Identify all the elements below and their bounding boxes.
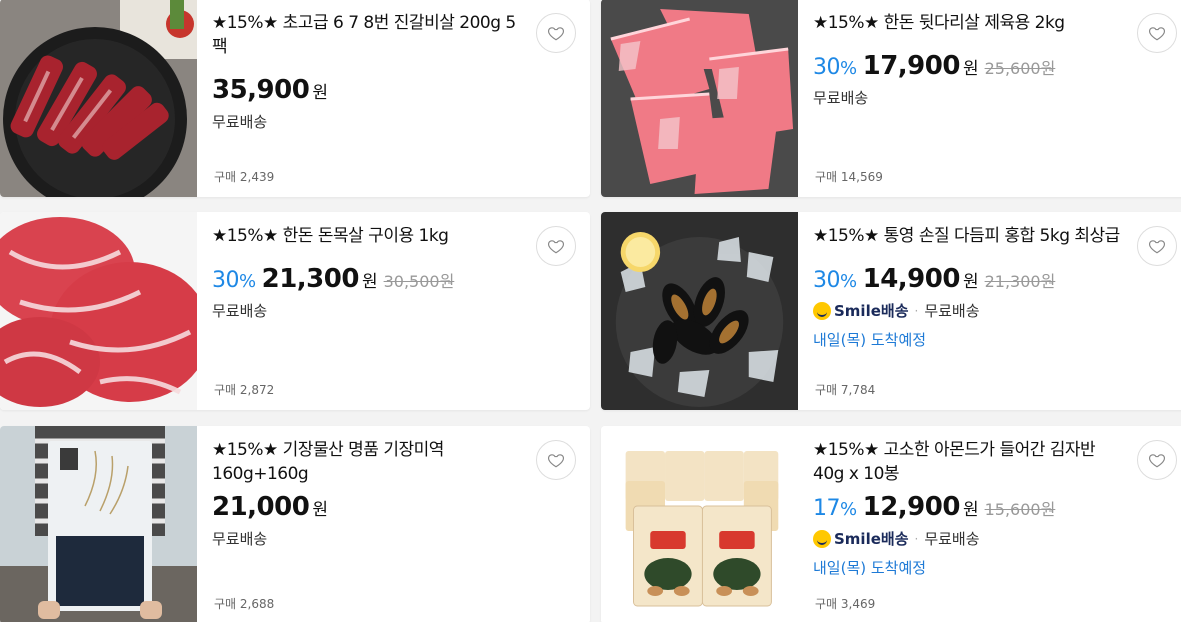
heart-outline-icon [547, 454, 565, 468]
product-title[interactable]: ★15%★ 한돈 돈목살 구이용 1kg [212, 224, 530, 248]
shipping-info: 무료배송 [813, 87, 1131, 108]
product-price: 21,000 [212, 492, 310, 522]
currency-label: 원 [962, 59, 979, 79]
product-info: ★15%★ 초고급 6 7 8번 진갈비살 200g 5팩 35,900 원 무… [212, 11, 530, 132]
product-card[interactable]: ★15%★ 기장물산 명품 기장미역 160g+160g 21,000 원 무료… [0, 426, 590, 622]
original-price: 15,600원 [984, 500, 1056, 519]
purchase-count: 구매 2,688 [214, 597, 275, 611]
product-title[interactable]: ★15%★ 통영 손질 다듬피 홍합 5kg 최상급 [813, 224, 1131, 248]
shipping-label: 무료배송 [924, 530, 980, 548]
price-row: 17% 12,900 원 15,600원 [813, 492, 1131, 522]
currency-label: 원 [361, 272, 378, 292]
product-title[interactable]: ★15%★ 한돈 뒷다리살 제육용 2kg [813, 11, 1131, 35]
discount-rate: 17% [813, 496, 857, 521]
original-price: 21,300원 [984, 272, 1056, 291]
price-row: 30% 17,900 원 25,600원 [813, 51, 1131, 81]
original-price: 30,500원 [383, 272, 455, 291]
product-image-pork-leg[interactable] [601, 0, 798, 197]
heart-outline-icon [1148, 240, 1166, 254]
discount-rate: 30% [813, 268, 857, 293]
arrival-estimate: 내일(목) 도착예정 [813, 559, 927, 577]
product-info: ★15%★ 통영 손질 다듬피 홍합 5kg 최상급 30% 14,900 원 … [813, 224, 1131, 350]
heart-outline-icon [1148, 27, 1166, 41]
arrival-estimate: 내일(목) 도착예정 [813, 331, 927, 349]
product-image-mussels[interactable] [601, 212, 798, 410]
wishlist-button[interactable] [1137, 226, 1177, 266]
original-price: 25,600원 [984, 59, 1056, 78]
shipping-info: 무료배송 [212, 300, 530, 321]
price-row: 35,900 원 [212, 75, 530, 105]
smile-delivery-badge: Smile배송 [813, 528, 909, 549]
currency-label: 원 [962, 500, 979, 520]
separator-dot: · [914, 303, 919, 318]
product-price: 17,900 [862, 51, 961, 81]
product-price: 12,900 [862, 492, 961, 522]
wishlist-button[interactable] [536, 226, 576, 266]
currency-label: 원 [962, 272, 979, 292]
product-title[interactable]: ★15%★ 기장물산 명품 기장미역 160g+160g [212, 438, 530, 486]
shipping-info: 무료배송 [212, 111, 530, 132]
product-card[interactable]: ★15%★ 한돈 뒷다리살 제육용 2kg 30% 17,900 원 25,60… [601, 0, 1181, 197]
product-price: 14,900 [862, 264, 961, 294]
smile-delivery-icon [813, 529, 831, 548]
price-row: 30% 21,300 원 30,500원 [212, 264, 530, 294]
currency-label: 원 [312, 83, 328, 103]
product-image-seaweed[interactable] [0, 426, 197, 622]
product-grid: ★15%★ 초고급 6 7 8번 진갈비살 200g 5팩 35,900 원 무… [0, 0, 1181, 622]
purchase-count: 구매 3,469 [815, 597, 876, 611]
smile-delivery-icon [813, 301, 831, 320]
product-card[interactable]: ★15%★ 초고급 6 7 8번 진갈비살 200g 5팩 35,900 원 무… [0, 0, 590, 197]
shipping-label: 무료배송 [212, 113, 268, 131]
shipping-label: 무료배송 [924, 302, 980, 320]
heart-outline-icon [547, 27, 565, 41]
product-price: 35,900 [212, 75, 310, 105]
product-info: ★15%★ 한돈 뒷다리살 제육용 2kg 30% 17,900 원 25,60… [813, 11, 1131, 108]
heart-outline-icon [1148, 454, 1166, 468]
price-row: 21,000 원 [212, 492, 530, 522]
shipping-info: 무료배송 [212, 528, 530, 549]
product-image-pork-neck[interactable] [0, 212, 197, 410]
smile-delivery-badge: Smile배송 [813, 300, 909, 321]
separator-dot: · [914, 531, 919, 546]
wishlist-button[interactable] [1137, 440, 1177, 480]
price-row: 30% 14,900 원 21,300원 [813, 264, 1131, 294]
product-title[interactable]: ★15%★ 고소한 아몬드가 들어간 김자반 40g x 10봉 [813, 438, 1131, 486]
product-image-beef-rib[interactable] [0, 0, 197, 197]
wishlist-button[interactable] [536, 13, 576, 53]
product-image-seasoned-laver[interactable] [601, 426, 798, 622]
product-price: 21,300 [261, 264, 360, 294]
wishlist-button[interactable] [1137, 13, 1177, 53]
shipping-label: 무료배송 [212, 530, 268, 548]
product-card[interactable]: ★15%★ 통영 손질 다듬피 홍합 5kg 최상급 30% 14,900 원 … [601, 212, 1181, 410]
shipping-info: Smile배송 · 무료배송 [813, 300, 1131, 321]
purchase-count: 구매 2,872 [214, 383, 275, 397]
wishlist-button[interactable] [536, 440, 576, 480]
product-info: ★15%★ 고소한 아몬드가 들어간 김자반 40g x 10봉 17% 12,… [813, 438, 1131, 578]
discount-rate: 30% [813, 55, 857, 80]
shipping-label: 무료배송 [813, 89, 869, 107]
product-title[interactable]: ★15%★ 초고급 6 7 8번 진갈비살 200g 5팩 [212, 11, 530, 59]
product-card[interactable]: ★15%★ 한돈 돈목살 구이용 1kg 30% 21,300 원 30,500… [0, 212, 590, 410]
purchase-count: 구매 2,439 [214, 170, 275, 184]
heart-outline-icon [547, 240, 565, 254]
product-info: ★15%★ 한돈 돈목살 구이용 1kg 30% 21,300 원 30,500… [212, 224, 530, 321]
shipping-info: Smile배송 · 무료배송 [813, 528, 1131, 549]
purchase-count: 구매 14,569 [815, 170, 883, 184]
purchase-count: 구매 7,784 [815, 383, 876, 397]
product-card[interactable]: ★15%★ 고소한 아몬드가 들어간 김자반 40g x 10봉 17% 12,… [601, 426, 1181, 622]
shipping-label: 무료배송 [212, 302, 268, 320]
discount-rate: 30% [212, 268, 256, 293]
product-info: ★15%★ 기장물산 명품 기장미역 160g+160g 21,000 원 무료… [212, 438, 530, 549]
currency-label: 원 [312, 500, 328, 520]
